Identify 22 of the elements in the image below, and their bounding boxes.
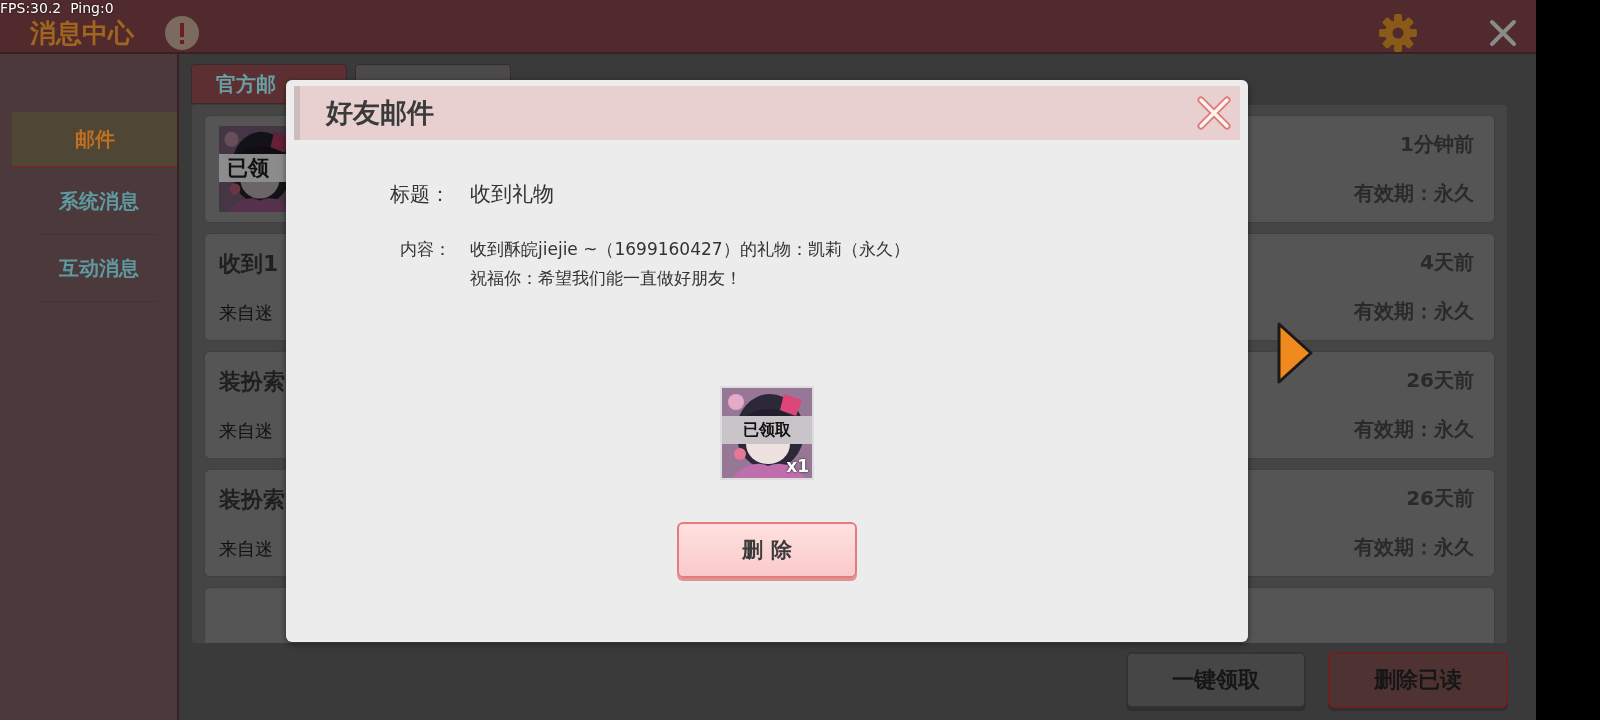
item-count: x1	[786, 456, 809, 476]
sidebar-item[interactable]: 系统消息	[40, 168, 157, 235]
fps-counter: FPS:30.2 Ping:0	[0, 0, 114, 16]
subject-text: 收到礼物	[470, 181, 554, 208]
content-label: 内容：	[400, 238, 452, 261]
sidebar-item[interactable]: 互动消息	[40, 235, 157, 302]
settings-icon[interactable]	[1378, 13, 1418, 53]
mail-sender: 来自迷	[219, 301, 274, 325]
mail-sender: 来自迷	[219, 537, 274, 561]
header-title: 消息中心	[30, 16, 134, 50]
mail-sender: 来自迷	[219, 419, 274, 443]
subject-label: 标题：	[390, 181, 451, 208]
sidebar-item[interactable]: 邮件	[12, 112, 177, 168]
content-text: 收到酥皖jiejie ~（1699160427）的礼物：凯莉（永久）	[470, 238, 910, 261]
close-button[interactable]	[1196, 95, 1232, 131]
delete-button[interactable]: 删 除	[677, 522, 857, 578]
claimed-label: 已领取	[722, 416, 812, 444]
next-arrow-icon[interactable]	[1275, 320, 1315, 386]
close-icon[interactable]	[1488, 18, 1518, 48]
alert-icon	[164, 15, 200, 51]
content-text: 祝福你：希望我们能一直做好朋友！	[470, 267, 743, 290]
gift-item[interactable]: 已领取 x1	[720, 386, 814, 480]
